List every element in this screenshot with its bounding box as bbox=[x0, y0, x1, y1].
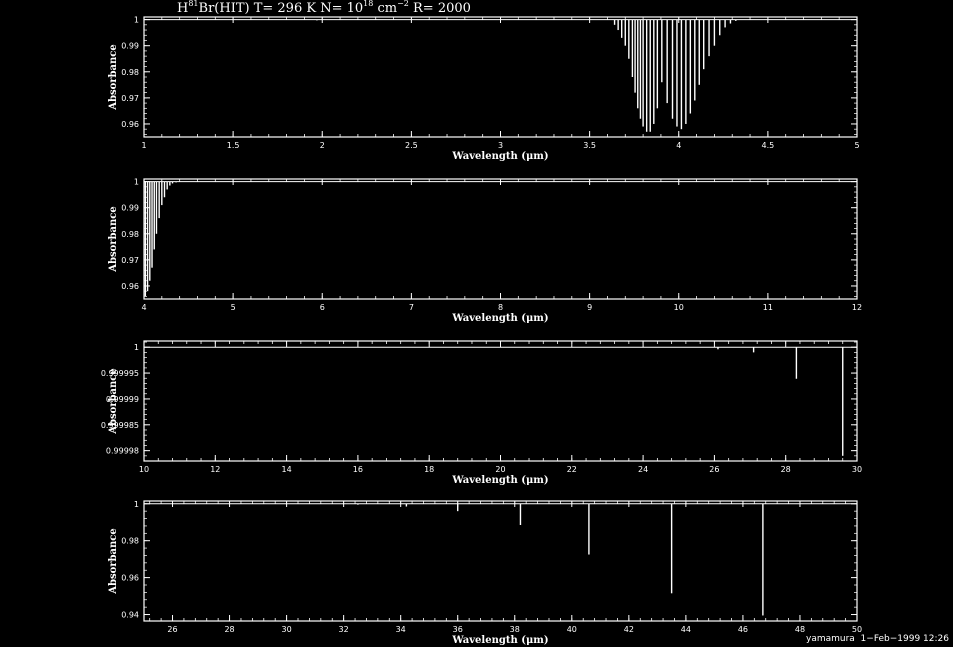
x-tick-label: 9 bbox=[587, 303, 592, 312]
y-tick-label: 0.94 bbox=[121, 611, 139, 620]
x-tick-label: 2.5 bbox=[405, 141, 418, 150]
x-tick-label: 40 bbox=[567, 625, 577, 634]
x-tick-label: 4 bbox=[676, 141, 681, 150]
x-tick-label: 16 bbox=[353, 465, 363, 474]
x-tick-label: 8 bbox=[498, 303, 503, 312]
x-tick-label: 48 bbox=[795, 625, 805, 634]
y-tick-label: 0.98 bbox=[121, 68, 139, 77]
plot-frame bbox=[143, 340, 858, 462]
chart-panel-4: 26 28 30 32 34 36 38 40 42 44 46 48 50 0.94 0.96 0.98 1 W… bbox=[108, 500, 862, 646]
x-tick-label: 24 bbox=[638, 465, 648, 474]
x-tick-label: 10 bbox=[674, 303, 684, 312]
x-tick-label: 2 bbox=[320, 141, 325, 150]
x-tick-label: 44 bbox=[681, 625, 691, 634]
y-tick-label: 1 bbox=[134, 343, 139, 352]
chart-panel-1: 1 1.5 2 2.5 3 3.5 4 4.5 5 0.96 0.97 0.98 0.99 1 Wavele… bbox=[108, 16, 860, 162]
title-species-prefix: H bbox=[177, 1, 188, 16]
x-tick-label: 50 bbox=[852, 625, 862, 634]
y-tick-label: 1 bbox=[134, 16, 139, 25]
x-tick-label: 7 bbox=[409, 303, 414, 312]
title-exponent-n: 18 bbox=[363, 0, 373, 8]
x-tick-label: 14 bbox=[282, 465, 292, 474]
y-axis-label: Absorbance bbox=[108, 44, 119, 111]
x-axis-label: Wavelength (μm) bbox=[451, 635, 548, 646]
spectrum-figure: H81Br(HIT) T= 296 K N= 1018 cm−2 R= 2000… bbox=[101, 0, 862, 646]
x-tick-label: 42 bbox=[624, 625, 634, 634]
y-tick-label: 0.96 bbox=[121, 282, 139, 291]
x-tick-label: 28 bbox=[781, 465, 791, 474]
y-tick-label: 0.99 bbox=[121, 204, 139, 213]
x-axis-label: Wavelength (μm) bbox=[451, 151, 548, 162]
x-tick-label: 26 bbox=[167, 625, 177, 634]
x-tick-label: 36 bbox=[453, 625, 463, 634]
x-tick-label: 5 bbox=[231, 303, 236, 312]
x-tick-label: 5 bbox=[854, 141, 859, 150]
plot-frame bbox=[143, 178, 858, 300]
x-tick-label: 10 bbox=[139, 465, 149, 474]
y-tick-label: 0.97 bbox=[121, 94, 139, 103]
y-axis-label: Absorbance bbox=[108, 368, 119, 435]
chart-panel-3: 10 12 14 16 18 20 22 24 26 28 30 0.99998 0.999985 0.9… bbox=[101, 340, 862, 486]
x-tick-label: 4 bbox=[141, 303, 146, 312]
y-tick-label: 0.999985 bbox=[101, 421, 139, 430]
title-species-rest: Br(HIT) T= 296 K N= 10 bbox=[199, 1, 364, 16]
chart-panels: 1 1.5 2 2.5 3 3.5 4 4.5 5 0.96 0.97 0.98 0.99 1 Wavele… bbox=[101, 16, 862, 646]
y-tick-label: 0.999995 bbox=[101, 369, 139, 378]
title-resolution: R= 2000 bbox=[409, 1, 471, 16]
x-tick-label: 12 bbox=[210, 465, 220, 474]
x-tick-label: 4.5 bbox=[762, 141, 775, 150]
footer-stamp: yamamura 1−Feb−1999 12:26 bbox=[806, 634, 949, 644]
y-tick-label: 0.96 bbox=[121, 574, 139, 583]
x-tick-label: 30 bbox=[282, 625, 292, 634]
x-tick-label: 34 bbox=[396, 625, 406, 634]
y-tick-label: 0.96 bbox=[121, 120, 139, 129]
x-axis-label: Wavelength (μm) bbox=[451, 475, 548, 486]
figure-title: H81Br(HIT) T= 296 K N= 1018 cm−2 R= 2000 bbox=[177, 0, 471, 16]
y-tick-label: 0.97 bbox=[121, 256, 139, 265]
y-tick-label: 0.99998 bbox=[106, 447, 139, 456]
y-tick-label: 0.98 bbox=[121, 230, 139, 239]
x-tick-label: 26 bbox=[709, 465, 719, 474]
x-tick-label: 18 bbox=[424, 465, 434, 474]
x-tick-label: 30 bbox=[852, 465, 862, 474]
y-tick-label: 1 bbox=[134, 178, 139, 187]
x-axis-label: Wavelength (μm) bbox=[451, 313, 548, 324]
plot-frame bbox=[143, 16, 858, 138]
x-tick-label: 3.5 bbox=[583, 141, 596, 150]
title-isotope: 81 bbox=[188, 0, 198, 8]
x-tick-label: 6 bbox=[320, 303, 325, 312]
plot-frame bbox=[143, 500, 858, 622]
x-tick-label: 46 bbox=[738, 625, 748, 634]
x-tick-label: 11 bbox=[763, 303, 773, 312]
x-tick-label: 12 bbox=[852, 303, 862, 312]
x-tick-label: 32 bbox=[339, 625, 349, 634]
x-tick-label: 1.5 bbox=[227, 141, 240, 150]
title-unit: cm bbox=[373, 1, 397, 16]
chart-panel-2: 4 5 6 7 8 9 10 11 12 0.96 0.97 0.98 0.99 1 Wavelength … bbox=[108, 178, 862, 324]
y-tick-label: 0.99 bbox=[121, 42, 139, 51]
y-axis-label: Absorbance bbox=[108, 206, 119, 273]
y-tick-label: 1 bbox=[134, 500, 139, 509]
x-tick-label: 28 bbox=[224, 625, 234, 634]
x-tick-label: 38 bbox=[510, 625, 520, 634]
x-tick-label: 20 bbox=[495, 465, 505, 474]
x-tick-label: 3 bbox=[498, 141, 503, 150]
x-tick-label: 1 bbox=[141, 141, 146, 150]
y-tick-label: 0.98 bbox=[121, 537, 139, 546]
y-axis-label: Absorbance bbox=[108, 528, 119, 595]
title-exponent-unit: −2 bbox=[397, 0, 409, 8]
x-tick-label: 22 bbox=[567, 465, 577, 474]
